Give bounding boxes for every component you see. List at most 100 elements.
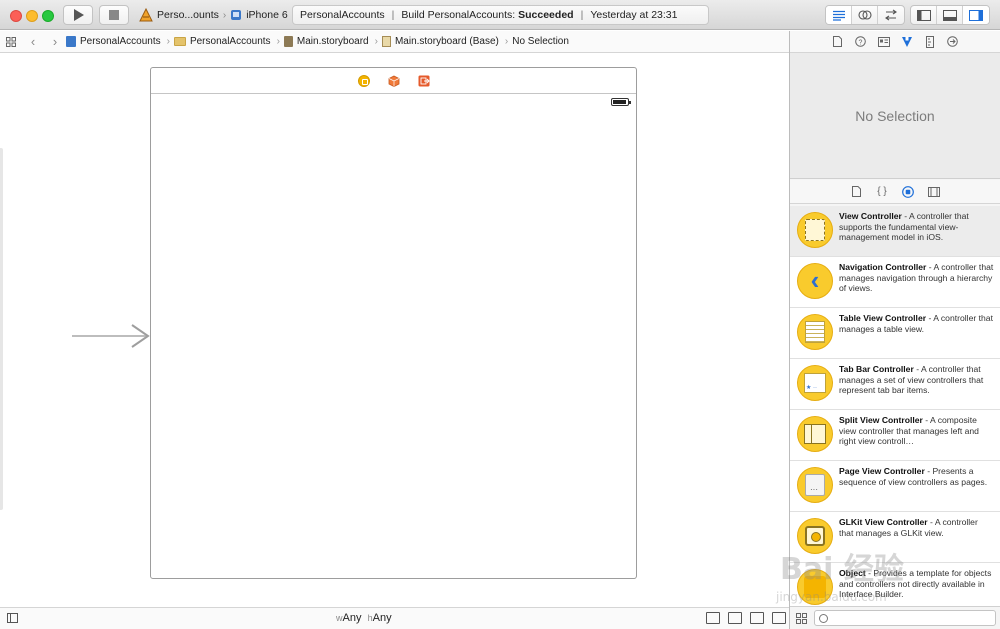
library-item-title: Table View Controller	[839, 313, 927, 323]
chevron-right-icon: ›	[52, 34, 58, 49]
window-toolbar: Perso...ounts › iPhone 6 PersonalAccount…	[0, 0, 1000, 30]
inspector-empty-state: No Selection	[790, 53, 1000, 179]
stop-button[interactable]	[99, 5, 129, 25]
debug-panel-icon	[942, 9, 957, 21]
assistant-editor-icon	[857, 10, 872, 20]
assistant-editor-button[interactable]	[852, 6, 878, 24]
toggle-navigator-button[interactable]	[911, 6, 937, 24]
document-outline-toggle-icon[interactable]	[7, 613, 18, 623]
table-view-controller-icon	[797, 314, 833, 350]
folder-icon	[173, 37, 186, 46]
split-view-controller-icon	[797, 416, 833, 452]
grid-view-icon[interactable]	[796, 612, 807, 624]
first-responder-icon[interactable]	[388, 75, 400, 87]
breadcrumb-label: Main.storyboard (Base)	[394, 36, 499, 47]
status-time: Yesterday at 23:31	[590, 9, 678, 21]
library-item-glkit-view-controller[interactable]: GLKit View Controller - A controller tha…	[790, 512, 1000, 563]
file-inspector-icon[interactable]	[832, 36, 844, 48]
toggle-debug-area-button[interactable]	[937, 6, 963, 24]
storyboard-canvas[interactable]	[0, 53, 789, 606]
file-template-library-icon[interactable]	[850, 186, 862, 198]
version-editor-button[interactable]	[878, 6, 904, 24]
status-divider: |	[580, 9, 584, 21]
resolve-issues-icon[interactable]	[750, 612, 764, 624]
breadcrumb-project[interactable]: PersonalAccounts	[66, 36, 161, 47]
status-build-result: Succeeded	[518, 9, 574, 21]
code-snippet-library-icon[interactable]: { }	[876, 186, 888, 198]
no-selection-label: No Selection	[855, 107, 935, 124]
battery-icon	[611, 98, 631, 106]
library-item-navigation-controller[interactable]: ‹ Navigation Controller - A controller t…	[790, 257, 1000, 308]
run-button[interactable]	[63, 5, 93, 25]
utilities-panel-icon	[969, 9, 983, 21]
library-item-split-view-controller[interactable]: Split View Controller - A composite view…	[790, 410, 1000, 461]
identity-inspector-icon[interactable]	[877, 36, 890, 48]
align-icon[interactable]	[706, 612, 720, 624]
activity-status-bar: PersonalAccounts | Build PersonalAccount…	[292, 5, 709, 25]
layout-tools	[706, 612, 786, 624]
status-project: PersonalAccounts	[300, 9, 385, 21]
media-library-icon[interactable]	[928, 186, 940, 198]
quick-help-icon[interactable]: ?	[855, 36, 867, 48]
toggle-utilities-button[interactable]	[963, 6, 989, 24]
scheme-target-label: Perso...ounts	[157, 9, 219, 21]
initial-view-controller-arrow[interactable]	[70, 323, 152, 349]
breadcrumb-selection[interactable]: No Selection	[512, 36, 569, 47]
view-controller-scene[interactable]	[150, 67, 637, 579]
width-class-value: Any	[342, 612, 362, 624]
library-item-title: Split View Controller	[839, 415, 923, 425]
library-item-object[interactable]: Object - Provides a template for objects…	[790, 563, 1000, 606]
library-item-tab-bar-controller[interactable]: Tab Bar Controller - A controller that m…	[790, 359, 1000, 410]
storyboard-icon	[283, 36, 293, 47]
library-item-table-view-controller[interactable]: Table View Controller - A controller tha…	[790, 308, 1000, 359]
connections-inspector-icon[interactable]	[947, 36, 959, 48]
size-class-selector[interactable]: wAny hAny	[336, 612, 392, 624]
scheme-selector[interactable]: Perso...ounts › iPhone 6	[139, 6, 288, 24]
close-window-button[interactable]	[10, 10, 22, 22]
back-button[interactable]: ‹	[22, 34, 44, 49]
page-view-controller-icon	[797, 467, 833, 503]
related-items-button[interactable]	[0, 31, 22, 53]
chevron-left-icon: ‹	[30, 34, 36, 49]
navigation-controller-icon: ‹	[797, 263, 833, 299]
minimize-window-button[interactable]	[26, 10, 38, 22]
grid-icon	[6, 36, 16, 47]
library-filter-input[interactable]	[814, 610, 996, 626]
breadcrumb-storyboard-base[interactable]: Main.storyboard (Base)	[381, 36, 499, 47]
breadcrumb-storyboard[interactable]: Main.storyboard	[283, 36, 369, 47]
scheme-separator: ›	[222, 9, 227, 21]
breadcrumb-separator: ›	[504, 36, 509, 47]
storyboard-base-icon	[381, 36, 391, 47]
size-inspector-icon[interactable]	[924, 35, 936, 48]
svg-text:?: ?	[859, 39, 863, 46]
resizing-behavior-icon[interactable]	[772, 612, 786, 624]
library-item-title: GLKit View Controller	[839, 517, 928, 527]
jump-bar: ‹ › PersonalAccounts › PersonalAccounts …	[0, 31, 789, 53]
view-panels-control	[910, 5, 990, 25]
standard-editor-icon	[832, 10, 845, 21]
view-controller-icon	[797, 212, 833, 248]
library-item-title: View Controller	[839, 211, 902, 221]
library-item-title: Page View Controller	[839, 466, 925, 476]
outline-collapse-edge[interactable]	[0, 148, 3, 510]
app-target-icon	[139, 8, 153, 22]
breadcrumb-label: Main.storyboard	[296, 36, 369, 47]
maximize-window-button[interactable]	[42, 10, 54, 22]
library-item-view-controller[interactable]: View Controller - A controller that supp…	[790, 206, 1000, 257]
pin-icon[interactable]	[728, 612, 742, 624]
breadcrumb-group[interactable]: PersonalAccounts	[173, 36, 271, 47]
breadcrumb-label: No Selection	[512, 36, 569, 47]
exit-icon[interactable]	[418, 75, 430, 87]
iphone-device-icon	[231, 10, 242, 20]
library-item-title: Navigation Controller	[839, 262, 927, 272]
standard-editor-button[interactable]	[826, 6, 852, 24]
forward-button[interactable]: ›	[44, 34, 66, 49]
object-library-icon[interactable]	[902, 185, 914, 198]
attributes-inspector-icon[interactable]	[901, 36, 913, 48]
library-item-page-view-controller[interactable]: Page View Controller - Presents a sequen…	[790, 461, 1000, 512]
object-icon	[797, 569, 833, 605]
project-icon	[66, 36, 76, 47]
library-tabs: { }	[790, 180, 1000, 204]
view-controller-icon[interactable]	[357, 74, 370, 87]
status-build-prefix: Build PersonalAccounts:	[401, 9, 516, 21]
